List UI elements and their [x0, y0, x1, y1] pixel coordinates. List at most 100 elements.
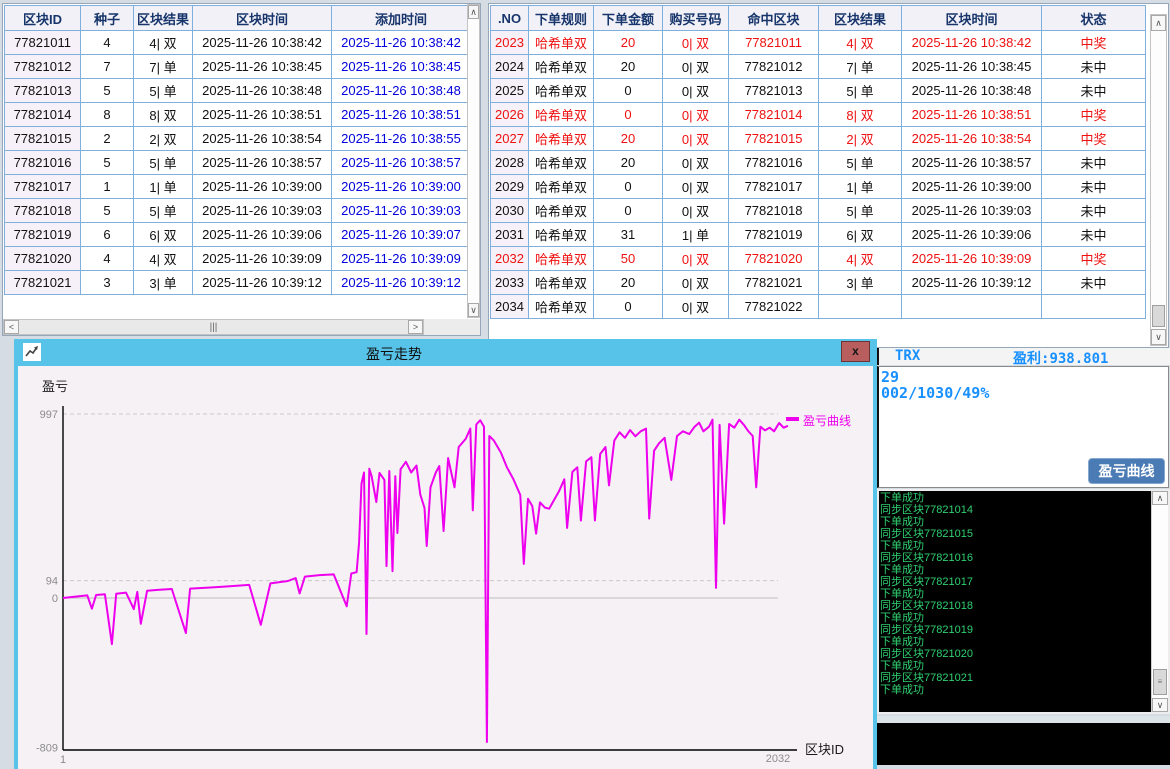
- scroll-down-icon[interactable]: ∨: [1152, 698, 1168, 712]
- table-cell: 2024: [491, 55, 529, 79]
- console-line: 下单成功: [880, 636, 1151, 648]
- table-row[interactable]: 7782102044| 双2025-11-26 10:39:092025-11-…: [5, 247, 471, 271]
- scroll-up-icon[interactable]: ∧: [1151, 15, 1166, 31]
- column-header[interactable]: .NO: [491, 6, 529, 31]
- table-cell: 2025-11-26 10:38:51: [902, 103, 1042, 127]
- table-cell: 0: [594, 79, 663, 103]
- table-cell: 77821012: [5, 55, 81, 79]
- log-console[interactable]: 下单成功同步区块77821014下单成功同步区块77821015下单成功同步区块…: [877, 489, 1170, 714]
- table-cell: 6| 双: [819, 223, 902, 247]
- table-cell: 8| 双: [819, 103, 902, 127]
- table-row[interactable]: 2034哈希单双00| 双77821022: [491, 295, 1146, 319]
- table-row[interactable]: 7782101488| 双2025-11-26 10:38:512025-11-…: [5, 103, 471, 127]
- hscrollbar-grip-icon[interactable]: |||: [210, 321, 218, 334]
- table-cell: 6: [81, 223, 134, 247]
- table-cell: 20: [594, 271, 663, 295]
- column-header[interactable]: 区块结果: [819, 6, 902, 31]
- table-row[interactable]: 2025哈希单双00| 双778210135| 单2025-11-26 10:3…: [491, 79, 1146, 103]
- account-strip: TRX 盈利:938.801: [877, 348, 1170, 365]
- table-cell: 1| 单: [134, 175, 193, 199]
- table-cell: 2029: [491, 175, 529, 199]
- table-cell: 4| 双: [134, 247, 193, 271]
- scrollbar-corner: [424, 319, 480, 335]
- table-cell: 2033: [491, 271, 529, 295]
- close-button[interactable]: x: [841, 341, 870, 362]
- table-cell: 8| 双: [134, 103, 193, 127]
- vscrollbar-thumb[interactable]: ≡: [1153, 669, 1167, 695]
- popup-title-bar[interactable]: 盈亏走势 x: [14, 339, 877, 366]
- table-cell: 2025-11-26 10:38:54: [902, 127, 1042, 151]
- block-table: 区块ID种子区块结果区块时间添加时间7782101144| 双2025-11-2…: [4, 5, 471, 295]
- column-header[interactable]: 下单规则: [529, 6, 594, 31]
- table-cell: 0| 双: [663, 271, 729, 295]
- table-cell: 2025-11-26 10:38:57: [902, 151, 1042, 175]
- table-cell: 5| 单: [819, 79, 902, 103]
- table-row[interactable]: 7782101144| 双2025-11-26 10:38:422025-11-…: [5, 31, 471, 55]
- column-header[interactable]: 区块ID: [5, 6, 81, 31]
- table-cell: 77821013: [729, 79, 819, 103]
- table-row[interactable]: 2023哈希单双200| 双778210114| 双2025-11-26 10:…: [491, 31, 1146, 55]
- table-cell: 2025-11-26 10:38:45: [902, 55, 1042, 79]
- table-cell: 2025-11-26 10:39:09: [193, 247, 332, 271]
- console-line: 同步区块77821015: [880, 528, 1151, 540]
- table-row[interactable]: 2029哈希单双00| 双778210171| 单2025-11-26 10:3…: [491, 175, 1146, 199]
- scroll-down-icon[interactable]: ∨: [468, 303, 479, 317]
- divider-strip: [877, 716, 1170, 723]
- table-cell: 2025-11-26 10:38:51: [332, 103, 471, 127]
- column-header[interactable]: 添加时间: [332, 6, 471, 31]
- profit-curve-button[interactable]: 盈亏曲线: [1088, 458, 1165, 484]
- table-row[interactable]: 7782101522| 双2025-11-26 10:38:542025-11-…: [5, 127, 471, 151]
- column-header[interactable]: 下单金额: [594, 6, 663, 31]
- scroll-up-icon[interactable]: ∧: [468, 5, 479, 19]
- table-cell: 2025-11-26 10:39:03: [193, 199, 332, 223]
- column-header[interactable]: 种子: [81, 6, 134, 31]
- scroll-up-icon[interactable]: ∧: [1152, 491, 1168, 505]
- table-cell: 0: [594, 175, 663, 199]
- column-header[interactable]: 区块结果: [134, 6, 193, 31]
- table-cell: 2025-11-26 10:39:00: [902, 175, 1042, 199]
- table-row[interactable]: 2031哈希单双311| 单778210196| 双2025-11-26 10:…: [491, 223, 1146, 247]
- table-cell: 2028: [491, 151, 529, 175]
- table-cell: [819, 295, 902, 319]
- table-row[interactable]: 7782101855| 单2025-11-26 10:39:032025-11-…: [5, 199, 471, 223]
- table-cell: 2025-11-26 10:38:48: [193, 79, 332, 103]
- table-cell: [902, 295, 1042, 319]
- table-row[interactable]: 7782101355| 单2025-11-26 10:38:482025-11-…: [5, 79, 471, 103]
- scroll-down-icon[interactable]: ∨: [1151, 329, 1166, 345]
- table-row[interactable]: 7782101655| 单2025-11-26 10:38:572025-11-…: [5, 151, 471, 175]
- scroll-right-icon[interactable]: >: [408, 320, 423, 334]
- column-header[interactable]: 区块时间: [902, 6, 1042, 31]
- table-row[interactable]: 2033哈希单双200| 双778210213| 单2025-11-26 10:…: [491, 271, 1146, 295]
- table-cell: 77821011: [729, 31, 819, 55]
- header-row: .NO下单规则下单金额购买号码命中区块区块结果区块时间状态: [491, 6, 1146, 31]
- table-cell: 2025-11-26 10:38:42: [332, 31, 471, 55]
- vscrollbar-thumb[interactable]: [1152, 305, 1165, 327]
- column-header[interactable]: 状态: [1042, 6, 1146, 31]
- table-cell: 77821017: [729, 175, 819, 199]
- console-line: 同步区块77821014: [880, 504, 1151, 516]
- block-table-vscrollbar[interactable]: ∧ ∨: [467, 4, 480, 318]
- table-row[interactable]: 2027哈希单双200| 双778210152| 双2025-11-26 10:…: [491, 127, 1146, 151]
- y-tick-label: 0: [52, 593, 58, 605]
- column-header[interactable]: 命中区块: [729, 6, 819, 31]
- table-row[interactable]: 2030哈希单双00| 双778210185| 单2025-11-26 10:3…: [491, 199, 1146, 223]
- table-cell: 未中: [1042, 223, 1146, 247]
- table-row[interactable]: 7782102133| 单2025-11-26 10:39:122025-11-…: [5, 271, 471, 295]
- table-cell: 2025-11-26 10:38:42: [193, 31, 332, 55]
- table-row[interactable]: 2028哈希单双200| 双778210165| 单2025-11-26 10:…: [491, 151, 1146, 175]
- console-vscrollbar[interactable]: ∧ ≡ ∨: [1151, 491, 1168, 712]
- scroll-left-icon[interactable]: <: [4, 320, 19, 334]
- table-row[interactable]: 2026哈希单双00| 双778210148| 双2025-11-26 10:3…: [491, 103, 1146, 127]
- table-row[interactable]: 7782101966| 双2025-11-26 10:39:062025-11-…: [5, 223, 471, 247]
- orders-table-vscrollbar[interactable]: ∧ ∨: [1150, 14, 1167, 346]
- column-header[interactable]: 购买号码: [663, 6, 729, 31]
- table-row[interactable]: 2024哈希单双200| 双778210127| 单2025-11-26 10:…: [491, 55, 1146, 79]
- table-row[interactable]: 2032哈希单双500| 双778210204| 双2025-11-26 10:…: [491, 247, 1146, 271]
- block-table-hscrollbar[interactable]: < > |||: [3, 319, 424, 335]
- table-row[interactable]: 7782101711| 单2025-11-26 10:39:002025-11-…: [5, 175, 471, 199]
- table-cell: 2025-11-26 10:39:12: [193, 271, 332, 295]
- y-axis-title: 盈亏: [42, 379, 68, 394]
- column-header[interactable]: 区块时间: [193, 6, 332, 31]
- table-cell: 2025-11-26 10:38:45: [193, 55, 332, 79]
- table-row[interactable]: 7782101277| 单2025-11-26 10:38:452025-11-…: [5, 55, 471, 79]
